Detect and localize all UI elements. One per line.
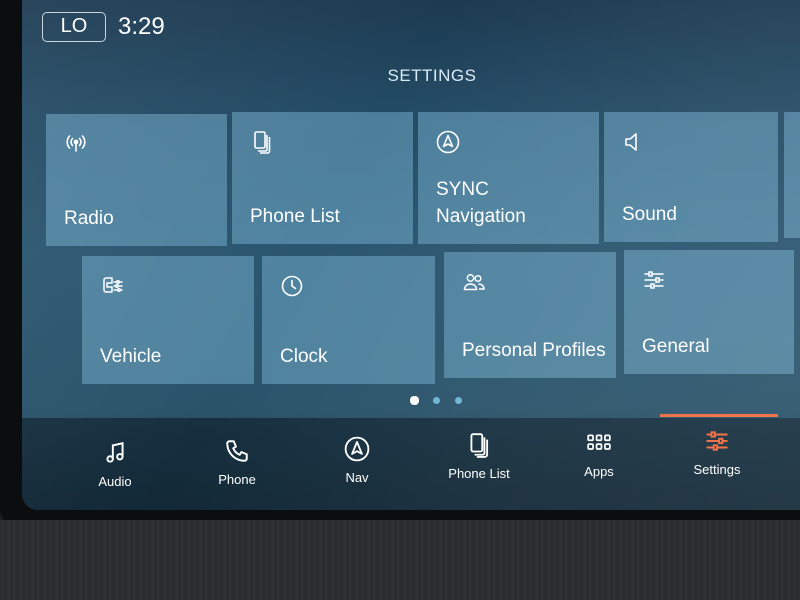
navigation-icon — [344, 436, 370, 462]
page-dot-current[interactable] — [410, 396, 419, 405]
tile-sync-navigation[interactable]: SYNC Navigation — [418, 112, 599, 244]
tile-general[interactable]: General — [624, 250, 794, 374]
tile-label: Vehicle — [100, 346, 162, 367]
climate-lo-badge[interactable]: LO — [42, 12, 106, 42]
page-title: SETTINGS — [387, 66, 477, 85]
tile-label: General — [642, 336, 710, 357]
sliders-icon — [644, 271, 664, 289]
tile-label: Radio — [64, 208, 114, 229]
vehicle-icon — [103, 277, 123, 293]
nav-phone[interactable]: Phone — [182, 424, 292, 510]
tile-label: Phone List — [250, 206, 340, 227]
page-indicator[interactable] — [407, 396, 467, 406]
clock-icon — [281, 275, 303, 297]
bottom-nav-bar: Audio Phone Nav Phone List Apps Settings — [22, 414, 800, 510]
tile-label-line2: Navigation — [436, 206, 526, 227]
tile-label: SYNC Navigation — [436, 176, 526, 230]
nav-settings[interactable]: Settings — [660, 414, 778, 506]
tile-vehicle[interactable]: Vehicle — [82, 256, 254, 384]
tile-partial-edge[interactable] — [784, 112, 800, 238]
radio-icon — [66, 135, 86, 152]
page-dot[interactable] — [433, 397, 440, 404]
tile-label-line1: SYNC — [436, 179, 489, 200]
nav-nav[interactable]: Nav — [302, 422, 412, 510]
nav-label: Nav — [345, 470, 369, 485]
tile-radio[interactable]: Radio — [46, 114, 227, 246]
music-note-icon — [106, 442, 124, 463]
tile-sound[interactable]: Sound — [604, 112, 778, 242]
nav-label: Apps — [584, 464, 614, 479]
page-dot[interactable] — [455, 397, 462, 404]
touchscreen: LO 3:29 SETTINGS Radio Phone List SYNC N… — [22, 0, 800, 510]
apps-grid-icon — [587, 434, 611, 450]
dashboard-trim — [0, 520, 800, 600]
personal-profiles-icon — [463, 274, 485, 291]
tile-phone-list[interactable]: Phone List — [232, 112, 413, 244]
nav-label: Audio — [98, 474, 132, 489]
nav-label: Phone List — [448, 466, 510, 481]
tile-label: Personal Profiles — [462, 340, 606, 361]
settings-grid: Radio Phone List SYNC Navigation Sound V… — [46, 110, 800, 390]
tile-label: Sound — [622, 204, 677, 225]
phone-icon — [226, 440, 248, 462]
nav-phone-list[interactable]: Phone List — [424, 418, 534, 510]
tile-label: Clock — [280, 346, 328, 367]
nav-label: Phone — [218, 472, 256, 487]
nav-label: Settings — [693, 462, 741, 477]
active-indicator-bar — [660, 414, 778, 417]
tile-personal-profiles[interactable]: Personal Profiles — [444, 252, 616, 378]
sound-icon — [625, 133, 637, 151]
tile-clock[interactable]: Clock — [262, 256, 435, 384]
clock-time: 3:29 — [118, 13, 165, 40]
navigation-icon — [436, 130, 460, 154]
nav-audio[interactable]: Audio — [60, 426, 170, 510]
phone-list-icon — [470, 433, 489, 458]
settings-sliders-icon — [706, 431, 728, 451]
nav-apps[interactable]: Apps — [544, 416, 654, 508]
phone-list-icon — [254, 131, 271, 154]
